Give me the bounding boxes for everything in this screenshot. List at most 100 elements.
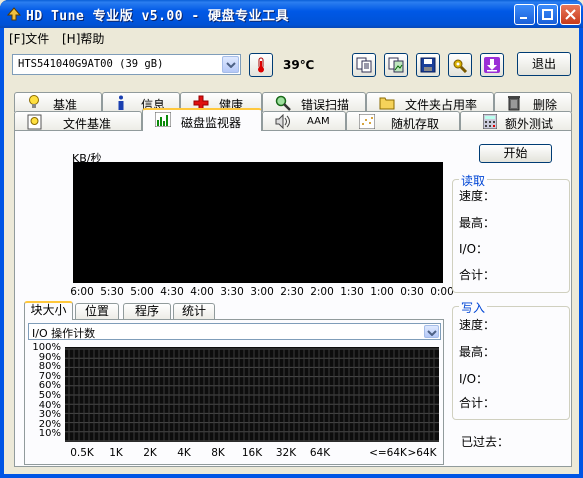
time-tick-label: 4:00	[190, 286, 214, 298]
hdtune-app-icon	[6, 7, 22, 21]
tab-extra-tests[interactable]: 额外测试	[460, 111, 572, 131]
scatter-icon	[359, 114, 375, 129]
block-size-tick-label: 64K	[309, 447, 331, 459]
time-tick-label: 5:00	[130, 286, 154, 298]
tab-aam[interactable]: AAM	[262, 111, 346, 131]
read-speed-label: 速度：	[459, 189, 496, 203]
drive-select-value: HTS541040G9AT00 (39 gB)	[18, 58, 164, 70]
close-button[interactable]	[560, 4, 581, 25]
temperature-readout: 39℃	[283, 58, 315, 72]
app-window: HD Tune 专业版 v5.00 - 硬盘专业工具 [F]文件 [H]帮助 H…	[0, 0, 583, 478]
write-total-label: 合计：	[459, 396, 496, 410]
time-tick-label: 3:00	[250, 286, 274, 298]
time-tick-label: 5:30	[100, 286, 124, 298]
time-tick-label: 3:30	[220, 286, 244, 298]
client-area: [F]文件 [H]帮助 HTS541040G9AT00 (39 gB) 39℃	[4, 28, 579, 474]
time-tick-label: 2:00	[310, 286, 334, 298]
trash-icon	[508, 96, 520, 111]
options-button[interactable]	[448, 53, 472, 77]
write-io-label: I/O：	[459, 372, 489, 386]
block-size-tick-label: 16K	[241, 447, 263, 459]
drive-dropdown-button[interactable]	[222, 56, 239, 73]
subtab-statistics[interactable]: 统计	[173, 303, 215, 320]
tab-label: 磁盘监视器	[181, 116, 242, 130]
copy-text-button[interactable]	[352, 53, 376, 77]
copy-screenshot-button[interactable]	[384, 53, 408, 77]
tab-benchmark[interactable]: 基准	[14, 92, 102, 112]
time-tick-label: 2:30	[280, 286, 304, 298]
subtab-program[interactable]: 程序	[123, 303, 171, 320]
start-button[interactable]: 开始	[479, 144, 552, 163]
tab-error-scan[interactable]: 错误扫描	[262, 92, 366, 112]
download-update-button[interactable]	[480, 53, 504, 77]
floppy-disk-icon	[420, 57, 436, 73]
minimize-icon	[520, 17, 527, 19]
disk-monitor-panel: KB/秒 6:00 5:30 5:00 4:30 4:00 3:30 3:00 2:30 2:0…	[14, 130, 572, 467]
thermometer-icon	[258, 57, 264, 73]
percent-tick-label: 10%	[38, 428, 61, 440]
save-button[interactable]	[416, 53, 440, 77]
read-max-label: 最高：	[459, 216, 496, 230]
read-io-label: I/O：	[459, 242, 489, 256]
subtab-block-size[interactable]: 块大小	[24, 301, 73, 320]
menu-help[interactable]: [H]帮助	[62, 30, 104, 47]
block-size-tick-label: <=64K	[369, 447, 407, 459]
time-tick-label: 0:30	[400, 286, 424, 298]
minimize-button[interactable]	[514, 4, 535, 25]
tab-erase[interactable]: 删除	[494, 92, 572, 112]
folder-icon	[379, 97, 395, 110]
download-arrow-icon	[484, 57, 500, 73]
copy-icon	[356, 57, 372, 73]
window-title: HD Tune 专业版 v5.00 - 硬盘专业工具	[26, 9, 290, 24]
histogram-mode-select[interactable]: I/O 操作计数	[28, 323, 441, 340]
tab-random-access[interactable]: 随机存取	[346, 111, 460, 131]
time-tick-label: 4:30	[160, 286, 184, 298]
block-size-histogram	[65, 347, 439, 442]
write-max-label: 最高：	[459, 345, 496, 359]
wrench-gear-icon	[453, 59, 468, 73]
chevron-down-icon	[226, 62, 236, 68]
close-icon	[565, 9, 576, 20]
magnifier-icon	[275, 95, 291, 111]
maximize-button[interactable]	[537, 4, 558, 25]
block-size-tick-label: 4K	[177, 447, 191, 459]
histogram-mode-dropdown-button[interactable]	[424, 325, 439, 338]
write-speed-label: 速度：	[459, 318, 496, 332]
tab-disk-monitor[interactable]: 磁盘监视器	[142, 108, 262, 131]
menu-file[interactable]: [F]文件	[9, 30, 49, 47]
throughput-graph	[73, 162, 443, 283]
speaker-icon	[275, 114, 290, 129]
copy-image-icon	[388, 57, 404, 73]
block-size-tick-label: 1K	[109, 447, 123, 459]
info-icon	[118, 95, 124, 110]
block-size-tick-label: 8K	[211, 447, 225, 459]
read-total-label: 合计：	[459, 268, 496, 282]
drive-select[interactable]: HTS541040G9AT00 (39 gB)	[12, 54, 241, 75]
title-bar[interactable]: HD Tune 专业版 v5.00 - 硬盘专业工具	[0, 0, 583, 28]
maximize-icon	[542, 9, 553, 20]
calculator-icon	[483, 114, 497, 129]
tab-label: AAM	[307, 116, 330, 127]
histogram-grid	[65, 348, 439, 442]
read-group: 读取 速度： 最高： I/O： 合计：	[452, 172, 570, 293]
time-tick-label: 0:00	[430, 286, 454, 298]
elapsed-label: 已过去：	[461, 435, 510, 449]
block-size-tick-label: 2K	[143, 447, 157, 459]
time-tick-label: 6:00	[70, 286, 94, 298]
file-bulb-icon	[27, 114, 42, 130]
chevron-down-icon	[427, 330, 437, 336]
bar-chart-icon	[155, 112, 171, 127]
subtab-position[interactable]: 位置	[75, 303, 119, 320]
lightbulb-icon	[29, 95, 39, 108]
exit-button[interactable]: 退出	[517, 52, 571, 76]
tab-file-benchmark[interactable]: 文件基准	[14, 111, 142, 131]
tab-folder-usage[interactable]: 文件夹占用率	[366, 92, 494, 112]
temperature-button[interactable]	[249, 53, 273, 77]
time-tick-label: 1:00	[370, 286, 394, 298]
menu-bar: [F]文件 [H]帮助	[4, 28, 579, 46]
write-group: 写入 速度： 最高： I/O： 合计：	[452, 299, 570, 420]
time-tick-label: 1:30	[340, 286, 364, 298]
block-size-tick-label: 32K	[275, 447, 297, 459]
block-size-panel: I/O 操作计数 100% 90% 80% 70% 60% 50% 40% 30% 20% 10%…	[24, 319, 444, 465]
write-group-title: 写入	[459, 299, 488, 316]
